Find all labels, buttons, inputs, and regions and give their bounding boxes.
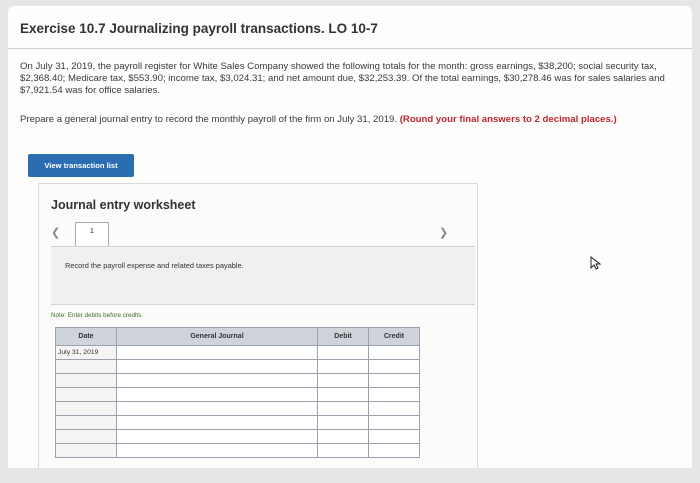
chevron-left-icon[interactable]: ❮ — [51, 226, 60, 239]
journal-entry-worksheet: Journal entry worksheet ❮ 1 ❯ Record the… — [38, 183, 478, 468]
table-row — [55, 387, 420, 402]
credit-cell[interactable] — [368, 401, 420, 416]
debit-cell[interactable] — [317, 443, 369, 458]
date-cell[interactable] — [55, 415, 117, 430]
debits-before-credits-note: Note: Enter debits before credits. — [51, 312, 144, 319]
credit-cell[interactable] — [368, 387, 420, 402]
credit-cell[interactable] — [368, 443, 420, 458]
date-cell[interactable] — [55, 443, 117, 458]
table-row: July 31, 2019 — [55, 345, 420, 360]
debit-cell[interactable] — [317, 415, 369, 430]
debit-cell[interactable] — [317, 359, 369, 374]
table-row — [55, 359, 420, 374]
worksheet-instruction: Record the payroll expense and related t… — [65, 261, 244, 270]
column-header-general-journal: General Journal — [116, 327, 318, 346]
credit-cell[interactable] — [368, 359, 420, 374]
date-cell[interactable] — [55, 373, 117, 388]
problem-text: On July 31, 2019, the payroll register f… — [20, 61, 665, 96]
title-divider — [8, 48, 692, 49]
problem-instruction: Prepare a general journal entry to recor… — [20, 114, 675, 126]
credit-cell[interactable] — [368, 345, 420, 360]
credit-cell[interactable] — [368, 373, 420, 388]
column-header-date: Date — [55, 327, 117, 346]
account-cell[interactable] — [116, 359, 318, 374]
credit-cell[interactable] — [368, 415, 420, 430]
worksheet-instruction-box: Record the payroll expense and related t… — [51, 246, 475, 305]
account-cell[interactable] — [116, 401, 318, 416]
debit-cell[interactable] — [317, 373, 369, 388]
debit-cell[interactable] — [317, 345, 369, 360]
chevron-right-icon[interactable]: ❯ — [439, 226, 448, 239]
account-cell[interactable] — [116, 373, 318, 388]
column-header-debit: Debit — [317, 327, 369, 346]
date-cell[interactable]: July 31, 2019 — [55, 345, 117, 360]
page-title: Exercise 10.7 Journalizing payroll trans… — [20, 21, 378, 36]
instruction-text: Prepare a general journal entry to recor… — [20, 114, 398, 125]
date-cell[interactable] — [55, 401, 117, 416]
exercise-page: Exercise 10.7 Journalizing payroll trans… — [8, 6, 692, 468]
view-transaction-list-button[interactable]: View transaction list — [28, 154, 134, 177]
account-cell[interactable] — [116, 345, 318, 360]
table-row — [55, 401, 420, 416]
rounding-note: (Round your final answers to 2 decimal p… — [399, 114, 617, 125]
column-header-credit: Credit — [368, 327, 420, 346]
worksheet-title: Journal entry worksheet — [51, 198, 196, 212]
debit-cell[interactable] — [317, 401, 369, 416]
date-cell[interactable] — [55, 429, 117, 444]
table-row — [55, 443, 420, 458]
table-row — [55, 415, 420, 430]
debit-cell[interactable] — [317, 429, 369, 444]
account-cell[interactable] — [116, 415, 318, 430]
account-cell[interactable] — [116, 387, 318, 402]
table-row — [55, 373, 420, 388]
mouse-cursor-icon — [590, 256, 602, 270]
debit-cell[interactable] — [317, 387, 369, 402]
date-cell[interactable] — [55, 387, 117, 402]
credit-cell[interactable] — [368, 429, 420, 444]
date-cell[interactable] — [55, 359, 117, 374]
account-cell[interactable] — [116, 443, 318, 458]
journal-table: Date General Journal Debit Credit July 3… — [55, 327, 420, 458]
account-cell[interactable] — [116, 429, 318, 444]
table-row — [55, 429, 420, 444]
